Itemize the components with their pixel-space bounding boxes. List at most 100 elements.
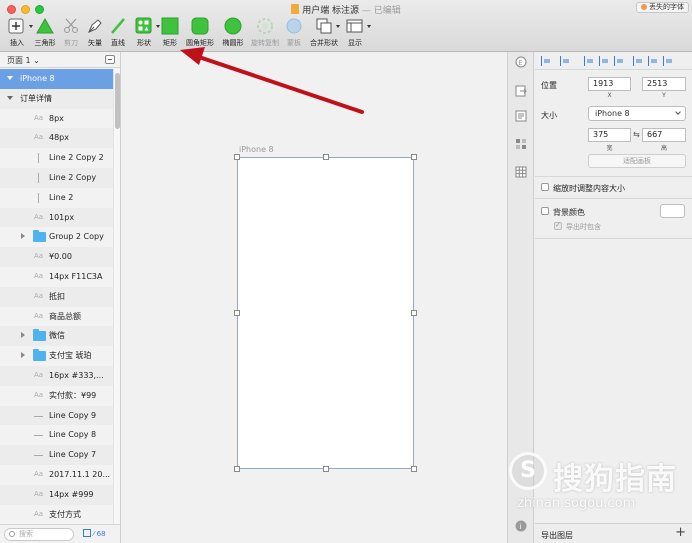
svg-text:i: i [520,523,522,531]
layer-row[interactable]: Line Copy 8 [0,425,113,445]
add-export-icon[interactable]: + [675,525,686,540]
layer-list-scrollbar[interactable] [113,69,120,524]
disclosure-open-icon[interactable] [7,95,13,100]
missing-font-button[interactable]: 丢失的字体 [636,2,689,13]
scissors-tool[interactable]: 剪刀 [61,17,81,49]
layer-row[interactable]: Line 2 [0,188,113,208]
disclosure-closed-icon[interactable] [21,352,25,359]
insert-tool[interactable]: 插入 [6,17,33,49]
text-layer-icon: Aa [34,390,44,399]
layer-filter-icons[interactable]: ⁄ 68 [83,529,106,538]
export-tab-icon[interactable] [515,85,527,97]
layer-row[interactable]: 订单详情 [0,88,113,109]
disclosure-closed-icon[interactable] [21,332,25,339]
layer-row[interactable]: Line Copy 9 [0,405,113,426]
layer-name: 实付款：¥99 [49,390,97,400]
collapse-pages-icon[interactable] [105,55,115,64]
resize-handle-top[interactable] [323,154,329,160]
layer-row[interactable]: Aa 实付款：¥99 [0,386,113,406]
line-tool[interactable]: 直线 [108,17,128,49]
rotate-copy-tool[interactable]: 旋转复制 [250,17,280,49]
oval-tool[interactable]: 椭圆形 [220,17,246,49]
distribute-horizontal-icon[interactable] [541,56,551,66]
distribute-vertical-icon[interactable] [560,56,570,66]
layer-row[interactable]: Line Copy 7 [0,445,113,465]
align-top-icon[interactable] [633,56,643,66]
resize-handle-right[interactable] [411,310,417,316]
disclosure-closed-icon[interactable] [21,233,25,240]
components-tab-icon[interactable] [515,138,527,150]
mask-label: 蒙板 [287,39,301,47]
layer-row[interactable]: Aa ¥0.00 [0,247,113,267]
export-layers-bar: 导出图层 + [535,523,692,543]
sketch-window: 用户端 标注源 — 已编辑 丢失的字体 插入 三角形 剪刀 矢量 直线 形状 矩… [0,0,692,543]
info-icon[interactable]: i [515,520,527,532]
style-tab-icon[interactable]: E [515,56,527,68]
grid-tab-icon[interactable] [515,166,527,178]
scissors-label: 剪刀 [64,39,78,47]
artboard-filter-icon[interactable] [83,529,91,537]
layer-row[interactable]: Line 2 Copy 2 [0,148,113,168]
resize-handle-bottom-right[interactable] [411,466,417,472]
layer-row[interactable]: Aa 支付方式 [0,505,113,524]
include-in-export-checkbox[interactable] [554,221,562,230]
layer-row[interactable]: Aa 14px #999 [0,484,113,505]
layer-panel: 页面 1 ⌄ iPhone 8 订单详情 Aa 8px Aa 48px Line 2 Cop… [0,52,121,543]
layer-row[interactable]: Line 2 Copy [0,167,113,188]
layer-name: Line Copy 8 [49,430,97,440]
resize-handle-bottom-left[interactable] [234,466,240,472]
rotate-copy-icon [256,17,274,35]
resize-handle-left[interactable] [234,310,240,316]
background-color-label: 背景颜色 [553,208,585,217]
line-label: 直线 [111,39,125,47]
layer-row[interactable]: Aa 101px [0,207,113,228]
height-input[interactable]: 667 [642,128,686,142]
page-selector[interactable]: 页面 1 ⌄ [7,55,40,66]
layer-row[interactable]: Aa 商品总额 [0,307,113,327]
layer-name: 8px [49,113,64,123]
layer-row[interactable]: Aa 8px [0,109,113,129]
view-tool[interactable]: 显示 [345,17,371,49]
align-right-icon[interactable] [614,56,624,66]
layer-list-scroll-thumb[interactable] [115,73,120,129]
triangle-tool[interactable]: 三角形 [32,17,58,49]
rectangle-tool[interactable]: 矩形 [160,17,180,49]
align-left-icon[interactable] [584,56,594,66]
artboard-iphone-8[interactable] [234,154,417,472]
lock-ratio-icon[interactable]: ⇆ [633,130,640,139]
disclosure-open-icon[interactable] [7,76,13,80]
size-preset-select[interactable]: iPhone 8 [588,106,686,121]
shape-tool[interactable]: 形状 [133,17,160,49]
layer-row[interactable]: Aa 抵扣 [0,286,113,307]
resize-content-checkbox[interactable] [541,183,549,191]
fit-artboard-button[interactable]: 适配画板 [588,154,686,168]
resize-handle-top-left[interactable] [234,154,240,160]
background-color-checkbox[interactable] [541,207,549,215]
canvas[interactable]: iPhone 8 [121,52,516,543]
resize-handle-bottom[interactable] [323,466,329,472]
artboard-label[interactable]: iPhone 8 [239,145,274,154]
layer-row[interactable]: 微信 [0,326,113,347]
vector-tool[interactable]: 矢量 [85,17,105,49]
layer-row[interactable]: Aa 2017.11.1 20... [0,465,113,485]
width-input[interactable]: 375 [588,128,631,142]
layer-row[interactable]: Aa 16px #333,... [0,365,113,386]
prototype-tab-icon[interactable] [515,110,527,122]
layer-row[interactable]: Group 2 Copy [0,227,113,247]
position-x-input[interactable]: 1913 [588,77,631,91]
layer-row[interactable]: Aa 14px F11C3A [0,267,113,287]
align-bottom-icon[interactable] [663,56,673,66]
mask-tool[interactable]: 蒙板 [284,17,304,49]
position-y-input[interactable]: 2513 [642,77,686,91]
align-middle-icon[interactable] [648,56,658,66]
background-color-swatch[interactable] [660,204,685,218]
rounded-rectangle-tool[interactable]: 圆角矩形 [185,17,215,49]
size-label: 大小 [541,111,557,120]
combine-shape-tool[interactable]: 合并形状 [308,17,340,49]
resize-handle-top-right[interactable] [411,154,417,160]
layer-row[interactable]: Aa 48px [0,128,113,149]
layer-search-input[interactable]: 搜索 [4,528,74,541]
align-center-icon[interactable] [599,56,609,66]
layer-row[interactable]: 支付宝 琥珀 [0,346,113,366]
layer-row[interactable]: iPhone 8 [0,69,113,89]
